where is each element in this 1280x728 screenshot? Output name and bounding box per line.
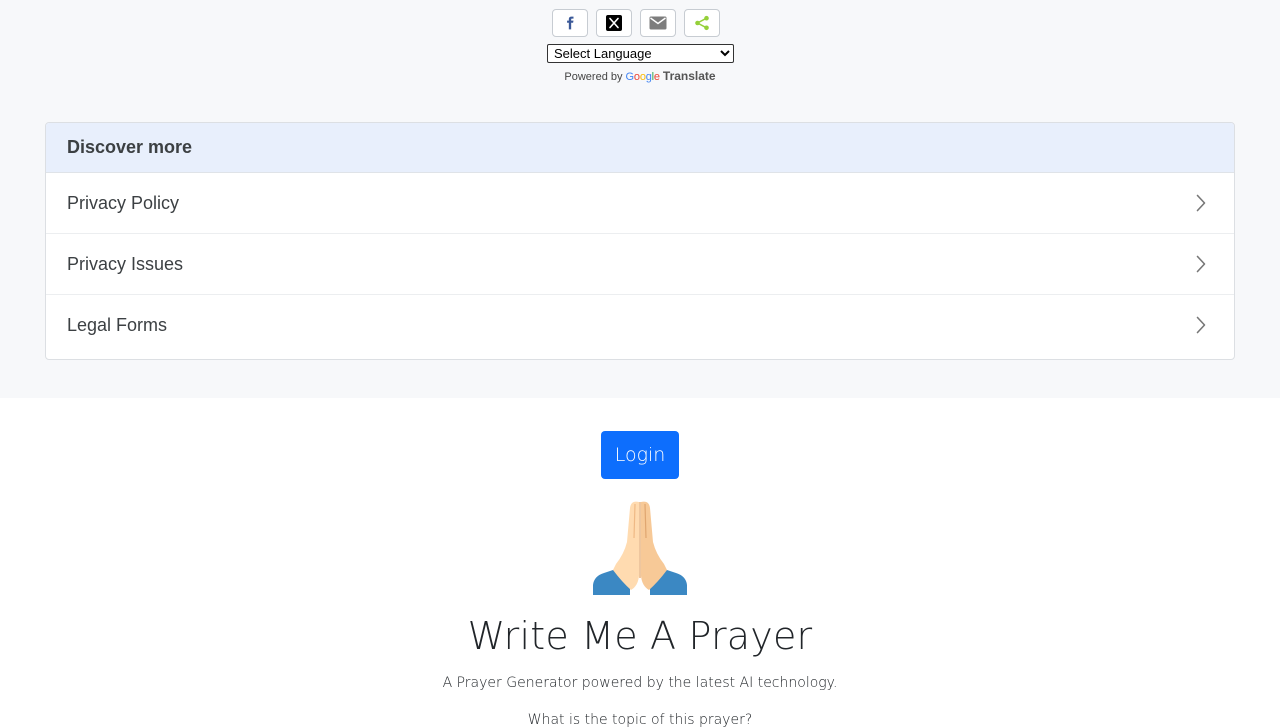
google-logo[interactable]: Google xyxy=(626,71,660,83)
discover-item-label: Privacy Issues xyxy=(67,253,184,274)
x-share-button[interactable] xyxy=(596,9,632,37)
sharethis-share-button[interactable] xyxy=(684,9,720,37)
folded-hands-icon xyxy=(593,501,687,595)
email-icon xyxy=(649,16,667,30)
discover-item-legal-forms[interactable]: Legal Forms xyxy=(46,295,1234,355)
chevron-right-icon xyxy=(1196,316,1206,334)
share-icon xyxy=(695,15,709,31)
discover-more-title: Discover more xyxy=(46,123,1234,173)
x-icon xyxy=(606,15,622,31)
discover-item-privacy-policy[interactable]: Privacy Policy xyxy=(46,173,1234,234)
discover-more-card: Discover more Privacy Policy Privacy Iss… xyxy=(45,122,1235,360)
login-button[interactable]: Login xyxy=(601,431,679,479)
discover-item-privacy-issues[interactable]: Privacy Issues xyxy=(46,234,1234,295)
chevron-right-icon xyxy=(1196,194,1206,212)
translate-label: Translate xyxy=(662,69,716,83)
facebook-share-button[interactable] xyxy=(552,9,588,37)
google-translate-attribution: Powered by Google Translate xyxy=(0,69,1280,83)
discover-item-label: Privacy Policy xyxy=(67,192,180,213)
topic-prompt-label: What is the topic of this prayer? xyxy=(527,712,753,728)
powered-by-label: Powered by xyxy=(564,71,623,83)
email-share-button[interactable] xyxy=(640,9,676,37)
facebook-icon xyxy=(567,16,574,30)
language-select[interactable]: Select Language xyxy=(547,44,734,63)
share-buttons xyxy=(552,9,720,37)
page-subtitle: A Prayer Generator powered by the latest… xyxy=(442,675,838,691)
chevron-right-icon xyxy=(1196,255,1206,273)
discover-item-label: Legal Forms xyxy=(67,314,168,335)
page-title: Write Me A Prayer xyxy=(467,614,813,658)
